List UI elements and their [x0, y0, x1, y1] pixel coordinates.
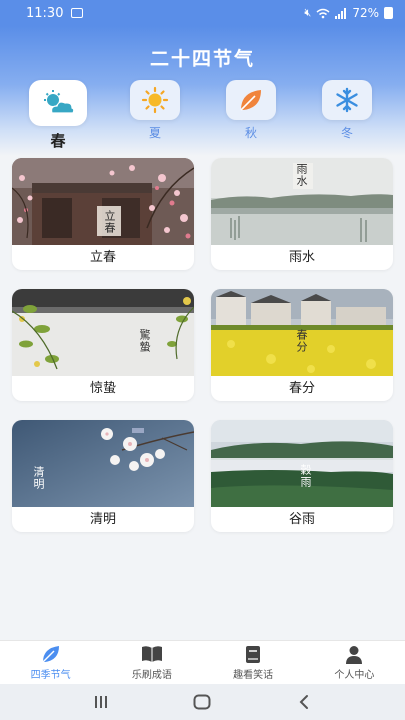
notebook-icon — [242, 644, 264, 664]
season-label: 冬 — [340, 126, 353, 140]
yushui-image: 雨水 — [211, 158, 393, 245]
term-label: 清明 — [89, 512, 116, 527]
term-label: 雨水 — [288, 250, 315, 265]
tab-spring[interactable]: 春 — [29, 80, 87, 151]
nav-seasons[interactable]: 四季节气 — [0, 641, 101, 684]
guyu-image: 穀雨 — [211, 420, 393, 507]
term-seal-text: 穀雨 — [299, 464, 312, 488]
term-seal-text: 春分 — [295, 329, 308, 353]
tab-winter[interactable]: 冬 — [322, 80, 372, 141]
season-label: 夏 — [148, 126, 161, 140]
recent-apps-button[interactable] — [81, 687, 121, 717]
sun-icon — [130, 80, 180, 120]
term-card-chunfen[interactable]: 春分 春分 — [211, 289, 393, 401]
lichun-image: 立春 — [12, 158, 194, 245]
bottom-nav: 四季节气 乐刷成语 趣看笑话 个人中心 — [0, 640, 405, 684]
person-icon — [343, 644, 365, 664]
nav-label: 趣看笑话 — [233, 670, 274, 681]
season-tabs: 春 夏 秋 冬 — [0, 80, 405, 150]
chunfen-image: 春分 — [211, 289, 393, 376]
term-card-yushui[interactable]: 雨水 雨水 — [211, 158, 393, 270]
term-seal-text: 清明 — [32, 466, 45, 490]
recent-apps-icon — [94, 696, 107, 708]
term-card-lichun[interactable]: 立春 立春 — [12, 158, 194, 270]
battery-icon — [384, 7, 393, 19]
nav-profile[interactable]: 个人中心 — [304, 641, 405, 684]
tab-summer[interactable]: 夏 — [130, 80, 180, 141]
nav-label: 乐刷成语 — [131, 670, 172, 681]
term-card-guyu[interactable]: 穀雨 谷雨 — [211, 420, 393, 532]
nav-label: 个人中心 — [334, 670, 375, 681]
term-label: 谷雨 — [288, 512, 315, 527]
battery-percent: 72% — [352, 6, 379, 20]
nav-jokes[interactable]: 趣看笑话 — [203, 641, 304, 684]
home-button[interactable] — [182, 687, 222, 717]
mute-icon: 🔇︎ — [304, 6, 312, 19]
term-seal-text: 雨水 — [295, 163, 308, 187]
home-icon — [193, 694, 211, 710]
season-label: 秋 — [244, 126, 257, 140]
term-seal-text: 驚蟄 — [138, 329, 151, 353]
nav-idioms[interactable]: 乐刷成语 — [101, 641, 202, 684]
leaf-icon — [226, 80, 276, 120]
term-label: 惊蛰 — [89, 381, 116, 396]
tab-autumn[interactable]: 秋 — [226, 80, 276, 141]
book-icon — [141, 644, 163, 664]
signal-icon — [335, 7, 347, 19]
jingzhe-image: 驚蟄 — [12, 289, 194, 376]
qingming-image: 清明 — [12, 420, 194, 507]
term-card-qingming[interactable]: 清明 清明 — [12, 420, 194, 532]
wifi-icon — [316, 8, 330, 18]
snowflake-icon — [322, 80, 372, 120]
leaf-icon — [40, 644, 62, 664]
nav-label: 四季节气 — [30, 670, 71, 681]
gallery-notification-icon — [71, 8, 84, 18]
term-card-jingzhe[interactable]: 驚蟄 惊蛰 — [12, 289, 194, 401]
back-icon — [299, 695, 309, 709]
term-seal-text: 立春 — [103, 210, 116, 234]
page-title: 二十四节气 — [149, 48, 255, 70]
term-label: 春分 — [288, 381, 315, 396]
status-bar: 11:30 🔇︎ 72% — [0, 0, 405, 26]
back-button[interactable] — [284, 687, 324, 717]
season-label: 春 — [50, 132, 66, 150]
system-nav-bar — [0, 684, 405, 720]
status-time: 11:30 — [26, 5, 64, 21]
sun-cloud-icon — [29, 80, 87, 126]
term-label: 立春 — [89, 250, 116, 265]
